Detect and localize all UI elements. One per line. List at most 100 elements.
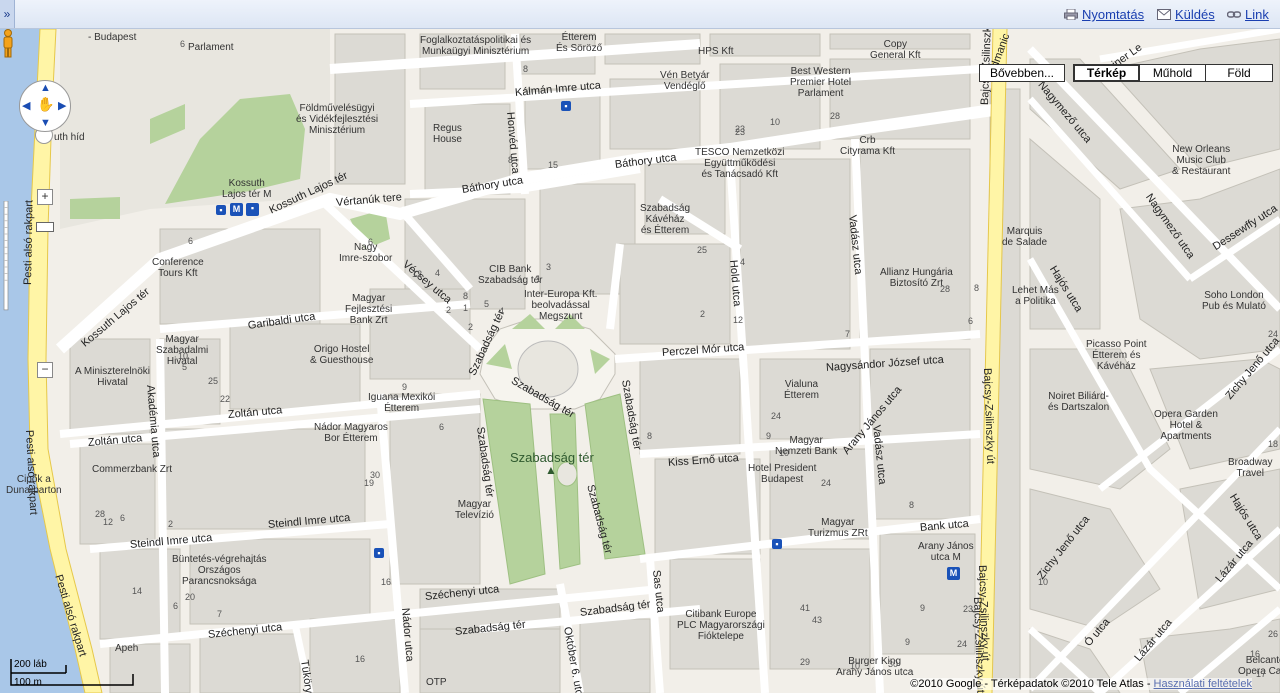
collapse-panel-button[interactable]: » bbox=[0, 0, 15, 28]
house-number: 8 bbox=[909, 500, 915, 510]
bus-icon: ▪ bbox=[561, 101, 571, 111]
house-number: 28 bbox=[830, 111, 841, 121]
house-number: 24 bbox=[1268, 329, 1279, 339]
house-number: 41 bbox=[800, 603, 811, 613]
street-label: Pesti alsó rakpart bbox=[22, 199, 36, 286]
poi-label: TESCO Nemzetközi Együttműködési és Tanác… bbox=[695, 147, 785, 180]
poi-label: Soho London Pub és Mulató bbox=[1202, 290, 1266, 312]
pan-control[interactable]: ▲ ▼ ◀ ▶ ✋ bbox=[19, 80, 71, 132]
house-number: 8 bbox=[647, 431, 653, 441]
poi-label: Noiret Biliárd- és Dartszalon bbox=[1048, 391, 1110, 413]
poi-label: Opera Garden Hotel & Apartments bbox=[1154, 409, 1218, 442]
house-number: 24 bbox=[957, 639, 968, 649]
map-type-earth-button[interactable]: Föld bbox=[1205, 64, 1273, 82]
house-number: 23 bbox=[735, 127, 746, 137]
metro-icon: M bbox=[947, 567, 960, 580]
poi-label: New Orleans Music Club & Restaurant bbox=[1172, 144, 1231, 177]
house-number: 16 bbox=[381, 577, 392, 587]
house-number: 6 bbox=[188, 236, 194, 246]
poi-label: - Budapest bbox=[88, 32, 137, 43]
house-number: 30 bbox=[888, 659, 899, 669]
poi-label: Inter-Europa Kft. beolvadással Megszunt bbox=[524, 289, 598, 322]
bus-icon: ▪ bbox=[374, 548, 384, 558]
link-icon bbox=[1227, 11, 1241, 18]
house-number: 10 bbox=[178, 351, 189, 361]
link-link[interactable]: Link bbox=[1245, 7, 1269, 22]
house-number: 25 bbox=[208, 376, 219, 386]
house-number: 1 bbox=[463, 303, 469, 313]
zoom-in-icon[interactable]: + bbox=[37, 189, 53, 205]
poi-label: Kossuth Lajos tér M bbox=[222, 178, 272, 200]
send-link[interactable]: Küldés bbox=[1175, 7, 1215, 22]
house-number: 9 bbox=[402, 382, 408, 392]
copyright: ©2010 Google - Térképadatok ©2010 Tele A… bbox=[910, 678, 1252, 690]
house-number: 24 bbox=[821, 478, 832, 488]
house-number: 6 bbox=[368, 237, 374, 247]
zoom-slider-handle[interactable] bbox=[36, 222, 54, 232]
pan-up-arrow[interactable]: ▲ bbox=[40, 82, 51, 94]
house-number: 18 bbox=[1268, 439, 1279, 449]
house-number: 8 bbox=[508, 155, 514, 165]
poi-label: Iguana Mexikói Étterem bbox=[368, 392, 436, 414]
poi-label: Marquis de Salade bbox=[1002, 226, 1048, 248]
copyright-text: ©2010 Google - Térképadatok ©2010 Tele A… bbox=[910, 678, 1154, 690]
pan-left-arrow[interactable]: ◀ bbox=[22, 99, 30, 112]
poi-label: Magyar Turizmus ZRt bbox=[808, 517, 868, 539]
house-number: 3 bbox=[546, 262, 552, 272]
scale-feet: 200 láb bbox=[14, 659, 47, 670]
poi-label: Picasso Point Étterem és Kávéház bbox=[1086, 339, 1147, 372]
house-number: 29 bbox=[800, 657, 811, 667]
print-icon bbox=[1064, 9, 1078, 20]
poi-label: Arany János utca M bbox=[918, 541, 974, 563]
poi-label: Parlament bbox=[188, 42, 234, 53]
house-number: 15 bbox=[548, 160, 559, 170]
pan-hand-icon: ✋ bbox=[37, 96, 55, 112]
poi-label: Szabadság Kávéház és Étterem bbox=[640, 203, 691, 236]
top-toolbar: » Nyomtatás Küldés Link bbox=[0, 0, 1280, 29]
poi-label: Étterem És Söröző bbox=[556, 32, 603, 54]
zoom-out-icon[interactable]: − bbox=[37, 362, 53, 378]
poi-label: Büntetés-végrehajtás Országos Parancsnok… bbox=[172, 554, 267, 587]
house-number: 8 bbox=[974, 283, 980, 293]
poi-label: Hotel President Budapest bbox=[748, 463, 817, 485]
house-number: 8 bbox=[463, 291, 469, 301]
poi-label: Broadway Travel bbox=[1228, 457, 1273, 479]
pegman-icon[interactable] bbox=[0, 29, 16, 59]
poi-label: A Miniszterelnöki Hivatal bbox=[75, 366, 151, 388]
poi-label: Nagy Imre-szobor bbox=[339, 242, 393, 264]
house-number: 2 bbox=[468, 322, 474, 332]
house-number: 12 bbox=[733, 315, 744, 325]
terms-of-use-link[interactable]: Használati feltételek bbox=[1154, 678, 1252, 690]
house-number: 20 bbox=[185, 592, 196, 602]
map-type-map-button[interactable]: Térkép bbox=[1073, 64, 1140, 82]
zoom-slider-track[interactable] bbox=[0, 201, 12, 366]
poi-label: Magyar Televízió bbox=[455, 499, 494, 521]
poi-label: Lehet Más a Politika bbox=[1012, 285, 1059, 307]
house-number: 16 bbox=[1250, 649, 1261, 659]
house-number: 5 bbox=[182, 362, 188, 372]
house-number: 14 bbox=[132, 586, 143, 596]
map-type-satellite-button[interactable]: Műhold bbox=[1139, 64, 1206, 82]
house-number: 2 bbox=[446, 305, 452, 315]
house-number: 10 bbox=[850, 661, 861, 671]
tram-icon: ▪ bbox=[246, 203, 259, 216]
map-canvas[interactable]: - Budapest Parlament Foglalkoztatáspolit… bbox=[0, 29, 1280, 693]
house-number: 7 bbox=[217, 609, 223, 619]
poi-label: Magyar Fejlesztési Bank Zrt bbox=[345, 293, 393, 326]
poi-label: Origo Hostel & Guesthouse bbox=[310, 344, 374, 366]
house-number: 16 bbox=[355, 654, 366, 664]
house-number: 12 bbox=[412, 269, 423, 279]
poi-label: Vén Betyár Vendéglő bbox=[660, 70, 710, 92]
more-button[interactable]: Bővebben... bbox=[979, 64, 1065, 82]
house-number: 43 bbox=[812, 615, 823, 625]
print-link[interactable]: Nyomtatás bbox=[1082, 7, 1144, 22]
pan-down-arrow[interactable]: ▼ bbox=[40, 117, 51, 129]
metro-icon: M bbox=[230, 203, 243, 216]
house-number: 22 bbox=[220, 394, 231, 404]
poi-label: Citibank Europe PLC Magyarországi Fiókte… bbox=[677, 609, 765, 642]
pan-right-arrow[interactable]: ▶ bbox=[58, 99, 66, 112]
poi-label: Földművelésügyi és Vidékfejlesztési Mini… bbox=[296, 103, 379, 136]
poi-label: Nádor Magyaros Bor Étterem bbox=[314, 422, 388, 444]
poi-label: Apeh bbox=[115, 643, 139, 654]
house-number: 9 bbox=[905, 637, 911, 647]
